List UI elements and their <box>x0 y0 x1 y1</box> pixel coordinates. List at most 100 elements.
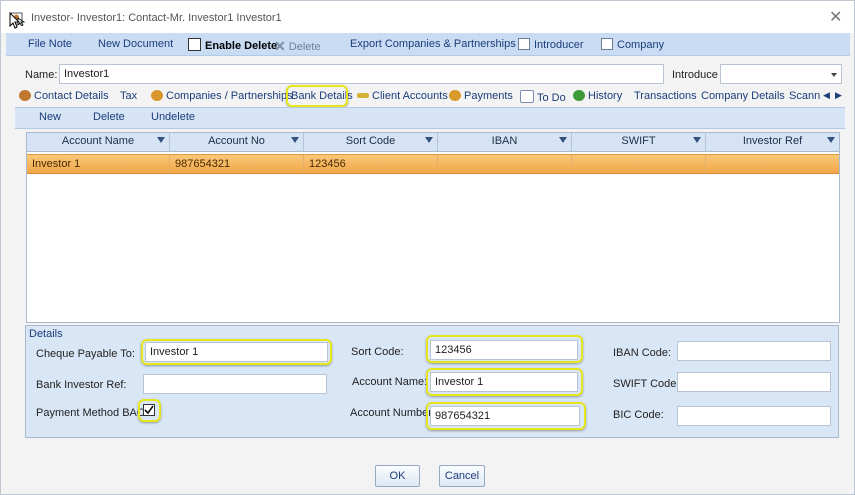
bank-investor-ref-input[interactable] <box>143 374 327 394</box>
tab-label: History <box>588 90 623 102</box>
cheque-payable-label: Cheque Payable To: <box>36 348 135 360</box>
people-icon <box>151 90 163 101</box>
tab-transactions[interactable]: Transactions <box>634 90 697 102</box>
cancel-button[interactable]: Cancel <box>439 465 485 487</box>
pencil-icon <box>357 93 369 98</box>
filter-icon[interactable] <box>827 137 835 143</box>
name-label: Name: <box>25 69 58 81</box>
swift-code-label: SWIFT Code: <box>613 378 680 390</box>
delete-button[interactable]: ✕ Delete <box>274 38 321 55</box>
tab-label: To Do <box>537 92 566 104</box>
introducer-field-label: Introduce <box>672 69 718 81</box>
filter-icon[interactable] <box>157 137 165 143</box>
delete-label: Delete <box>288 41 321 53</box>
enable-delete-checkbox[interactable]: Enable Delete <box>188 38 277 52</box>
company-checkbox[interactable]: Company <box>601 38 664 51</box>
column-label: IBAN <box>491 135 518 147</box>
details-group-title: Details <box>29 328 63 340</box>
export-companies-button[interactable]: Export Companies & Partnerships <box>350 38 516 50</box>
cell-account-name[interactable]: Investor 1 <box>27 155 170 173</box>
tab-label: Transactions <box>634 90 697 102</box>
coins-icon <box>449 90 461 101</box>
highlight-account-number <box>426 402 586 430</box>
filter-icon[interactable] <box>693 137 701 143</box>
tab-to-do[interactable]: To Do <box>520 90 566 104</box>
table-row[interactable]: Investor 1 987654321 123456 <box>27 154 839 174</box>
new-button[interactable]: New <box>39 111 61 123</box>
undelete-button[interactable]: Undelete <box>151 111 195 123</box>
introducer-label: Introducer <box>534 39 584 51</box>
swift-code-input[interactable] <box>677 372 831 392</box>
column-header-swift[interactable]: SWIFT <box>572 133 706 151</box>
tab-payments[interactable]: Payments <box>449 90 513 102</box>
bic-code-input[interactable] <box>677 406 831 426</box>
column-header-account-name[interactable]: Account Name <box>27 133 170 151</box>
new-document-button[interactable]: New Document <box>98 38 173 50</box>
column-label: Sort Code <box>345 135 396 147</box>
mouse-cursor-icon <box>9 12 21 29</box>
column-header-account-no[interactable]: Account No <box>170 133 304 151</box>
tab-scroll-right-icon[interactable]: ▶ <box>835 90 842 101</box>
close-icon[interactable]: ✕ <box>829 7 842 27</box>
delete-row-button[interactable]: Delete <box>93 111 125 123</box>
tab-label: Tax <box>120 90 138 102</box>
tab-label: Scann <box>789 90 821 102</box>
tab-client-accounts[interactable]: Client Accounts <box>357 90 448 102</box>
highlight-bank-details-tab <box>286 85 348 107</box>
filter-icon[interactable] <box>559 137 567 143</box>
company-label: Company <box>617 39 665 51</box>
highlight-payment-method <box>138 399 161 422</box>
column-label: Investor Ref <box>742 135 803 147</box>
cell-swift[interactable] <box>572 155 706 173</box>
introducer-checkbox-box[interactable] <box>518 38 530 50</box>
filter-icon[interactable] <box>425 137 433 143</box>
contact-icon <box>19 90 31 101</box>
tab-label: Client Accounts <box>372 90 448 102</box>
tab-company-details[interactable]: Company Details <box>701 90 785 102</box>
filter-icon[interactable] <box>291 137 299 143</box>
column-label: Account No <box>208 135 265 147</box>
company-checkbox-box[interactable] <box>601 38 613 50</box>
column-header-sort-code[interactable]: Sort Code <box>304 133 438 151</box>
tab-scanned[interactable]: Scann <box>789 90 821 102</box>
tab-tax[interactable]: Tax <box>120 90 137 102</box>
main-toolbar: File Note New Document Enable Delete ✕ D… <box>6 33 850 56</box>
enable-delete-checkbox-box[interactable] <box>188 38 201 51</box>
tab-label: Company Details <box>701 90 785 102</box>
column-label: SWIFT <box>621 135 656 147</box>
file-note-button[interactable]: File Note <box>28 38 72 50</box>
highlight-sort-code <box>426 335 583 363</box>
highlight-account-name <box>426 368 583 396</box>
cell-iban[interactable] <box>438 155 572 173</box>
bank-accounts-grid: Account Name Account No Sort Code IBAN S… <box>26 132 840 323</box>
cell-sort-code[interactable]: 123456 <box>304 155 438 173</box>
globe-icon <box>573 90 585 101</box>
tab-label: Contact Details <box>34 90 109 102</box>
highlight-cheque-payable <box>141 339 332 365</box>
tab-history[interactable]: History <box>573 90 622 102</box>
tab-label: Companies / Partnerships <box>166 90 293 102</box>
column-label: Account Name <box>61 135 135 147</box>
tab-label: Payments <box>464 90 513 102</box>
delete-x-icon: ✕ <box>274 38 286 54</box>
title-bar: Investor- Investor1: Contact-Mr. Investo… <box>1 1 854 33</box>
sort-code-label: Sort Code: <box>351 346 404 358</box>
introducer-checkbox[interactable]: Introducer <box>518 38 584 51</box>
tab-companies-partnerships[interactable]: Companies / Partnerships <box>151 90 293 102</box>
name-input[interactable]: Investor1 <box>59 64 664 84</box>
tab-scroll-left-icon[interactable]: ◀ <box>823 90 830 101</box>
column-header-investor-ref[interactable]: Investor Ref <box>706 133 839 151</box>
introducer-dropdown[interactable] <box>720 64 842 84</box>
grid-toolbar: New Delete Undelete <box>15 107 845 129</box>
account-name-label: Account Name: <box>352 376 428 388</box>
tab-contact-details[interactable]: Contact Details <box>19 90 109 102</box>
cell-account-no[interactable]: 987654321 <box>170 155 304 173</box>
ok-button[interactable]: OK <box>375 465 420 487</box>
account-number-label: Account Number: <box>350 407 435 419</box>
bank-investor-ref-label: Bank Investor Ref: <box>36 379 127 391</box>
iban-code-input[interactable] <box>677 341 831 361</box>
column-header-iban[interactable]: IBAN <box>438 133 572 151</box>
chevron-down-icon[interactable] <box>831 73 837 77</box>
cell-investor-ref[interactable] <box>706 155 839 173</box>
window-title: Investor- Investor1: Contact-Mr. Investo… <box>31 12 282 24</box>
